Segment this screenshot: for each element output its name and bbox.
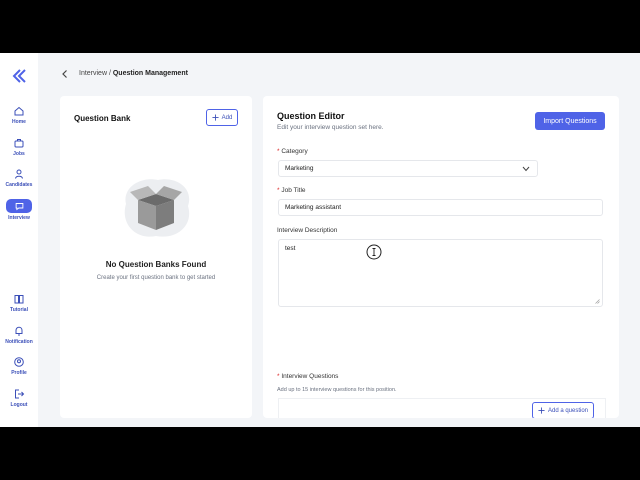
sidebar-item-logout[interactable]: Logout	[0, 388, 38, 408]
description-label: Interview Description	[277, 227, 338, 234]
profile-icon	[14, 357, 24, 367]
logout-icon	[15, 389, 25, 399]
empty-box-icon	[124, 179, 190, 237]
sidebar-item-notification[interactable]: Notification	[0, 325, 38, 345]
empty-state-subtitle: Create your first question bank to get s…	[96, 275, 216, 281]
chevron-down-icon	[522, 166, 530, 172]
sidebar-item-jobs[interactable]: Jobs	[0, 137, 38, 157]
category-label: * Category	[277, 148, 308, 155]
add-question-label: Add a question	[547, 407, 589, 414]
question-bank-panel: Question Bank Add No Question Banks Foun…	[60, 96, 252, 418]
interview-questions-hint: Add up to 15 interview questions for thi…	[277, 387, 397, 393]
sidebar-item-label: Jobs	[13, 151, 25, 157]
user-icon	[15, 169, 23, 179]
question-bank-title: Question Bank	[74, 114, 131, 123]
question-editor-panel: Question Editor Edit your interview ques…	[263, 96, 619, 418]
editor-subtitle: Edit your interview question set here.	[277, 124, 384, 131]
add-question-button[interactable]: Add a question	[532, 402, 594, 418]
chat-icon	[15, 202, 23, 210]
job-title-value: Marketing assistant	[285, 204, 341, 211]
sidebar-item-home[interactable]: Home	[0, 105, 38, 125]
app-screen: Home Jobs Candidates Interview Tutorial …	[0, 53, 640, 427]
resize-handle-icon[interactable]	[595, 299, 600, 304]
back-chevron-icon[interactable]	[60, 69, 70, 79]
interview-questions-label: * Interview Questions	[277, 373, 339, 380]
description-value: test	[285, 245, 296, 252]
job-title-input[interactable]: Marketing assistant	[278, 199, 603, 216]
import-questions-button[interactable]: Import Questions	[535, 112, 605, 130]
breadcrumb: Interview / Question Management	[79, 70, 188, 77]
add-button-label: Add	[221, 114, 233, 121]
category-select[interactable]: Marketing	[278, 160, 538, 177]
sidebar-item-tutorial[interactable]: Tutorial	[0, 293, 38, 313]
job-title-label: * Job Title	[277, 187, 306, 194]
active-indicator	[6, 199, 32, 213]
home-icon	[14, 106, 24, 116]
sidebar-item-label: Logout	[10, 402, 28, 408]
sidebar-item-label: Candidates	[5, 182, 33, 188]
sidebar-item-label: Profile	[11, 370, 27, 376]
sidebar: Home Jobs Candidates Interview Tutorial …	[0, 53, 38, 427]
sidebar-item-candidates[interactable]: Candidates	[0, 168, 38, 188]
app-logo-icon[interactable]	[12, 69, 26, 83]
briefcase-icon	[14, 139, 24, 148]
sidebar-item-label: Interview	[8, 215, 30, 221]
breadcrumb-parent[interactable]: Interview	[79, 70, 107, 77]
empty-state-title: No Question Banks Found	[105, 260, 207, 269]
sidebar-item-interview[interactable]: Interview	[0, 199, 38, 221]
plus-icon	[212, 114, 219, 121]
breadcrumb-current: Question Management	[112, 70, 188, 77]
sidebar-item-label: Home	[12, 119, 26, 125]
sidebar-item-label: Tutorial	[10, 307, 28, 313]
bell-icon	[15, 326, 23, 336]
text-cursor-icon	[366, 244, 382, 260]
description-textarea[interactable]: test	[278, 239, 603, 307]
sidebar-item-label: Notification	[5, 339, 33, 345]
add-question-bank-button[interactable]: Add	[206, 109, 238, 126]
plus-icon	[538, 407, 545, 414]
category-value: Marketing	[285, 165, 314, 172]
sidebar-item-profile[interactable]: Profile	[0, 356, 38, 376]
book-icon	[14, 295, 24, 304]
editor-title: Question Editor	[277, 111, 345, 121]
